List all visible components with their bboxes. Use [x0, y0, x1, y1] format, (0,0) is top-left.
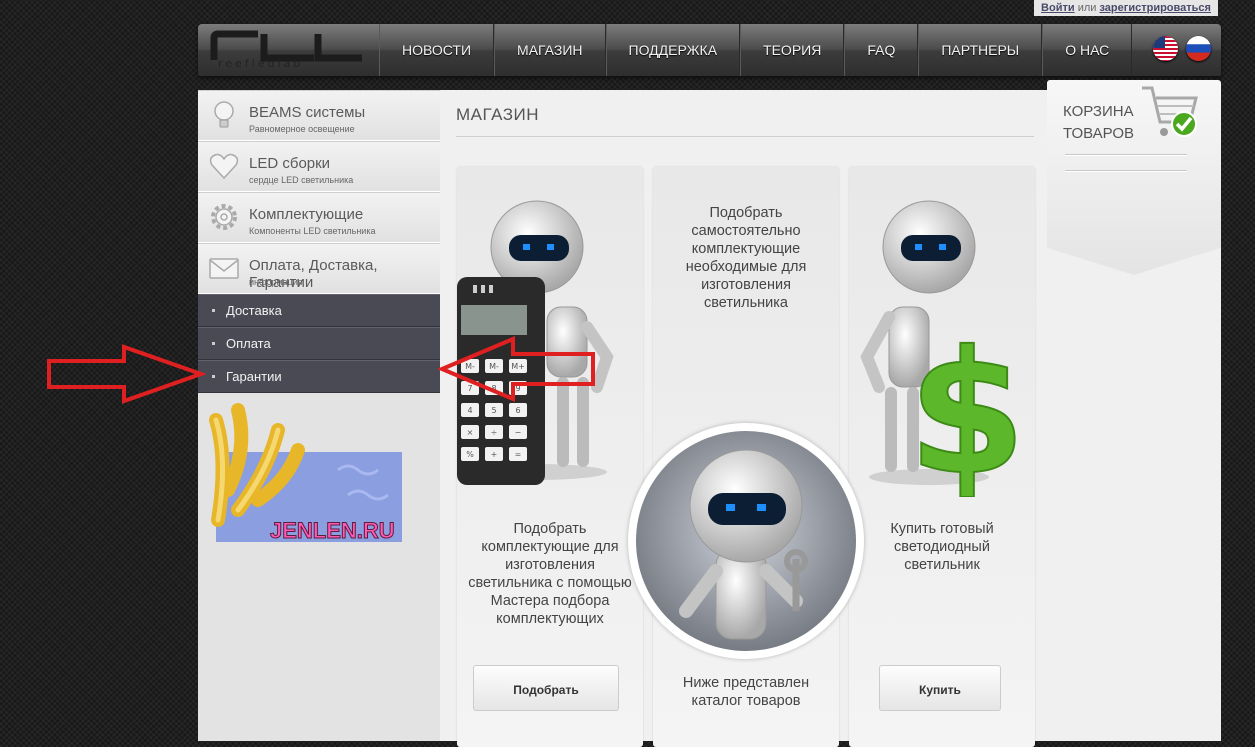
- main-nav: НОВОСТИ МАГАЗИН ПОДДЕРЖКА ТЕОРИЯ FAQ ПАР…: [379, 24, 1133, 76]
- configure-button[interactable]: Подобрать: [473, 665, 619, 711]
- nav-partners[interactable]: ПАРТНЕРЫ: [918, 24, 1043, 76]
- sidebar-item-led[interactable]: LED сборки сердце LED светильника: [198, 141, 440, 192]
- sidebar-item-components[interactable]: Комплектующие Компоненты LED светильника: [198, 192, 440, 243]
- calculator-key: %: [466, 450, 474, 459]
- card-text: Подобрать комплектующие для изготовления…: [468, 521, 632, 627]
- envelope-icon: [209, 258, 239, 279]
- nav-shop[interactable]: МАГАЗИН: [494, 24, 606, 76]
- sidebar-item-subtitle: Компоненты LED светильника: [249, 226, 376, 236]
- calculator-key: +: [491, 450, 498, 459]
- card-buy: $ Купить готовый светодиодный светильник…: [849, 167, 1035, 747]
- us-flag-icon[interactable]: [1153, 36, 1178, 61]
- page-title: МАГАЗИН: [456, 105, 1034, 137]
- calculator-key: ÷: [491, 428, 498, 437]
- submenu-guarantee[interactable]: Гарантии: [198, 360, 440, 393]
- heart-icon: [209, 153, 239, 180]
- calculator-key: 5: [491, 406, 496, 415]
- banner-text: JENLEN.RU: [270, 518, 395, 543]
- submenu-payment[interactable]: Оплата: [198, 327, 440, 360]
- submenu: Доставка Оплата Гарантии: [198, 294, 440, 393]
- coral-banner-image: JENLEN.RU: [209, 403, 402, 544]
- sidebar-item-title: BEAMS системы: [249, 104, 366, 121]
- sidebar: BEAMS системы Равномерное освещение LED …: [198, 90, 440, 393]
- auth-bar: Войти или зарегистрироваться: [1034, 0, 1218, 16]
- card-text: Подобрать самостоятельно комплектующие н…: [685, 205, 807, 311]
- shopping-cart-icon: [1142, 86, 1198, 137]
- card-configurator: M- M- M+ 7 8 9 4 5 6 × ÷ −% + = Подобрать комплектующ…: [457, 167, 643, 747]
- logo[interactable]: reefledlab: [206, 30, 366, 72]
- content-container: BEAMS системы Равномерное освещение LED …: [198, 80, 1221, 747]
- calculator-key: ×: [467, 428, 474, 437]
- gear-icon: [211, 204, 237, 230]
- language-switcher: [1153, 36, 1211, 61]
- nav-theory[interactable]: ТЕОРИЯ: [740, 24, 845, 76]
- submenu-delivery[interactable]: Доставка: [198, 294, 440, 327]
- sidebar-item-subtitle: Равномерное освещение: [249, 124, 355, 134]
- auth-or: или: [1077, 2, 1097, 14]
- partner-banner[interactable]: JENLEN.RU: [198, 400, 440, 550]
- login-link[interactable]: Войти: [1041, 2, 1075, 14]
- calculator-key: =: [515, 450, 522, 459]
- cart-divider: [1065, 170, 1187, 172]
- svg-text:$: $: [908, 315, 1026, 497]
- right-arrow-icon: [47, 344, 206, 404]
- cart-widget[interactable]: КОРЗИНА ТОВАРОВ: [1047, 80, 1221, 275]
- lightbulb-icon: [214, 101, 234, 128]
- register-link[interactable]: зарегистрироваться: [1099, 2, 1210, 14]
- ru-flag-icon[interactable]: [1186, 36, 1211, 61]
- sidebar-item-payment[interactable]: Оплата, Доставка, Гарантии информация: [198, 243, 440, 294]
- card-bottom-text: Ниже представлен каталог товаров: [682, 675, 810, 709]
- header: reefledlab НОВОСТИ МАГАЗИН ПОДДЕРЖКА ТЕО…: [198, 24, 1221, 76]
- sidebar-item-beams[interactable]: BEAMS системы Равномерное освещение: [198, 90, 440, 141]
- nav-support[interactable]: ПОДДЕРЖКА: [605, 24, 741, 76]
- nav-about[interactable]: О НАС: [1042, 24, 1133, 76]
- sidebar-item-title: LED сборки: [249, 155, 331, 172]
- calculator-key: 4: [467, 406, 472, 415]
- buy-button[interactable]: Купить: [879, 665, 1001, 711]
- sidebar-item-subtitle: информация: [249, 277, 303, 287]
- card-text: Купить готовый светодиодный светильник: [890, 521, 994, 573]
- sidebar-item-subtitle: сердце LED светильника: [249, 175, 354, 185]
- cart-divider: [1065, 154, 1187, 156]
- logo-text: reefledlab: [218, 57, 304, 70]
- nav-news[interactable]: НОВОСТИ: [379, 24, 495, 76]
- robot-dollar-image: $: [860, 200, 1027, 497]
- calculator-key: 6: [515, 406, 520, 415]
- nav-faq[interactable]: FAQ: [844, 24, 919, 76]
- robot-wrench-badge: [628, 423, 864, 659]
- left-arrow-icon: [438, 336, 595, 402]
- calculator-key: −: [515, 428, 522, 437]
- robot-wrench-image: [636, 431, 856, 651]
- sidebar-item-title: Комплектующие: [249, 206, 364, 223]
